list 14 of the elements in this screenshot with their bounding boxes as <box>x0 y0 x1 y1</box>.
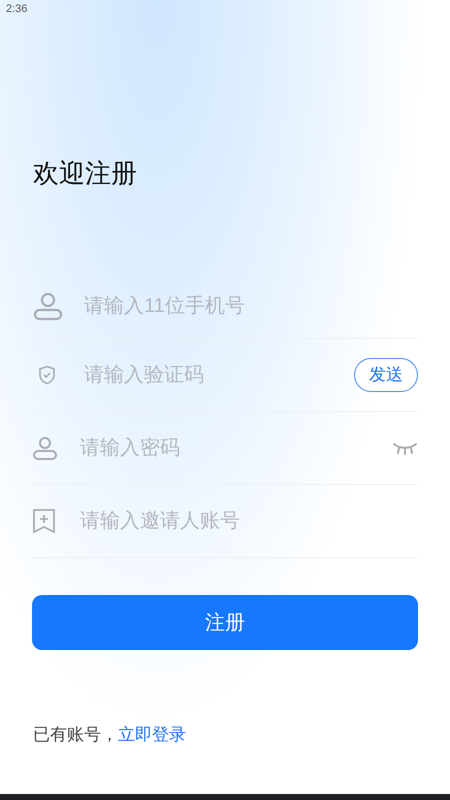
page-title: 欢迎注册 <box>33 158 137 188</box>
person-icon <box>32 435 58 461</box>
send-button[interactable]: 发送 <box>354 358 418 392</box>
input-field[interactable]: 请输入验证码 <box>84 360 354 390</box>
input-field[interactable]: 请输入11位手机号 <box>84 290 418 320</box>
input-field[interactable]: 请输入邀请人账号 <box>80 506 418 536</box>
login-prompt: 已有账号， <box>33 724 118 746</box>
status-time: 2:36 <box>6 2 28 17</box>
login-link[interactable]: 立即登录 <box>118 722 186 748</box>
shield-icon <box>38 365 56 385</box>
eye-closed-icon[interactable] <box>392 441 418 455</box>
bookmark-plus-icon <box>32 508 56 534</box>
input-field[interactable]: 请输入密码 <box>80 433 392 463</box>
register-button[interactable]: 注册 <box>32 595 418 650</box>
